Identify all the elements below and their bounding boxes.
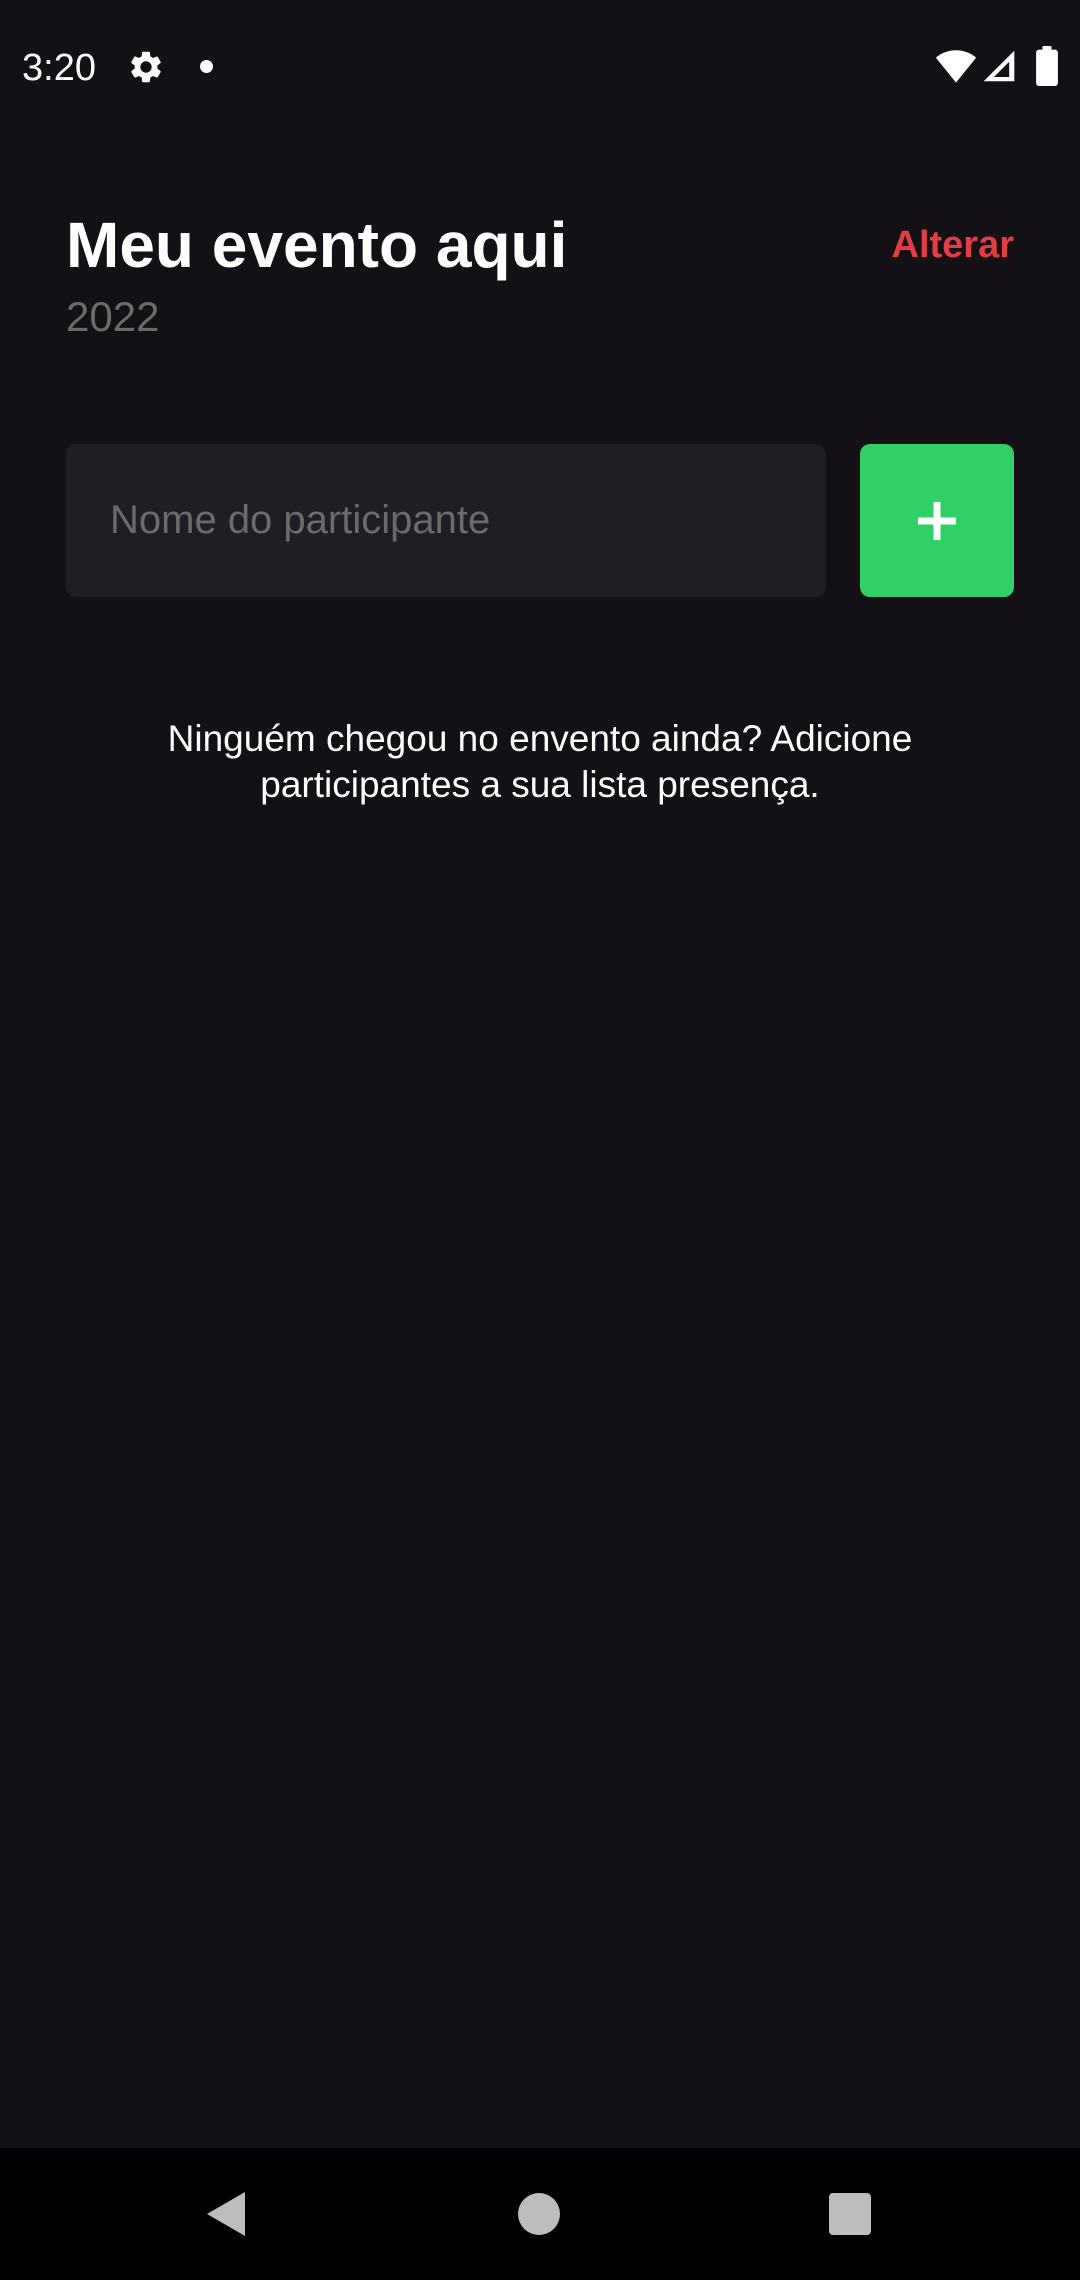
status-bar: 3:20	[0, 0, 1080, 136]
status-time: 3:20	[22, 47, 96, 89]
add-participant-button[interactable]	[860, 444, 1014, 597]
event-title: Meu evento aqui	[66, 209, 568, 281]
notification-dot-icon	[200, 60, 213, 73]
participant-name-input[interactable]	[66, 444, 826, 597]
recents-icon[interactable]	[829, 2193, 871, 2235]
empty-list-message: Ninguém chegou no envento ainda? Adicion…	[167, 718, 913, 805]
home-icon[interactable]	[518, 2193, 560, 2235]
navigation-bar	[0, 2148, 1080, 2280]
plus-icon	[918, 501, 956, 540]
battery-icon	[1036, 46, 1058, 86]
event-date: 2022	[66, 293, 160, 340]
gear-icon	[131, 51, 161, 83]
back-icon[interactable]	[205, 2190, 247, 2238]
signal-icon	[983, 50, 1015, 82]
wifi-icon	[935, 50, 977, 83]
change-event-button[interactable]: Alterar	[892, 222, 1015, 268]
